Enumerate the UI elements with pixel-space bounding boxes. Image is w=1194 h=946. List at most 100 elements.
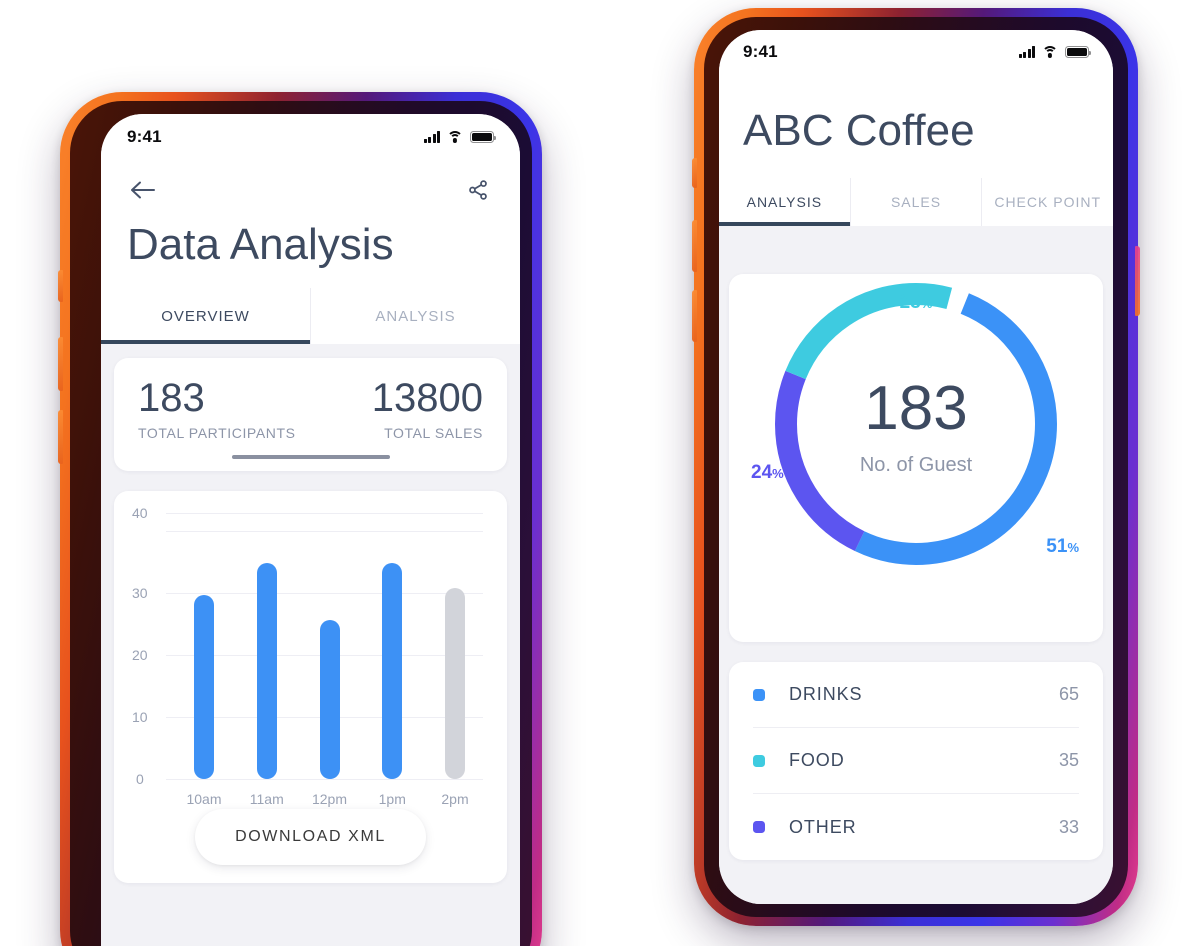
share-icon[interactable] — [462, 174, 494, 206]
signal-bars-icon — [423, 131, 440, 143]
signal-bars-icon — [1018, 46, 1035, 58]
summary-stats-row: 183 TOTAL PARTICIPANTS 13800 TOTAL SALES — [138, 378, 483, 441]
bar-chart: 40 30 20 10 0 10am 11am 12pm 1pm 2pm — [132, 505, 483, 807]
bar-column-10am — [194, 513, 214, 779]
bar-11am[interactable] — [256, 563, 277, 779]
y-axis-tick: 10 — [132, 709, 148, 725]
left-content: 183 TOTAL PARTICIPANTS 13800 TOTAL SALES — [101, 344, 520, 946]
legend-value-other: 33 — [1058, 816, 1079, 837]
hourly-bar-chart-card: 40 30 20 10 0 10am 11am 12pm 1pm 2pm DOW… — [114, 491, 507, 883]
right-status-bar: 9:41 — [719, 30, 1113, 74]
stat-total-sales: 13800 TOTAL SALES — [372, 378, 483, 441]
left-tab-bar: OVERVIEW ANALYSIS — [101, 288, 520, 344]
legend-value-food: 35 — [1058, 750, 1079, 770]
download-button-wrap: DOWNLOAD XML — [132, 809, 489, 865]
left-app-bar: Data Analysis — [101, 160, 520, 288]
y-axis-tick: 20 — [132, 647, 148, 663]
status-bar-icons — [423, 131, 497, 143]
tab-analysis-label: ANALYSIS — [746, 194, 823, 210]
y-axis-tick: 30 — [132, 585, 148, 601]
right-phone-mute-switch[interactable] — [692, 158, 697, 188]
battery-full-icon — [1065, 46, 1092, 58]
right-tab-bar: ANALYSIS SALES CHECK POINT — [719, 178, 1113, 226]
right-phone-screen: 9:41 ABC Coffee ANALYSIS SALES CHECK POI… — [719, 30, 1113, 904]
tab-check-point[interactable]: CHECK POINT — [982, 178, 1113, 226]
x-axis-label-12pm: 12pm — [311, 791, 348, 807]
bar-chart-x-axis: 10am 11am 12pm 1pm 2pm — [174, 791, 485, 807]
left-app-bar-actions — [127, 170, 494, 210]
bar-column-11am — [256, 513, 277, 779]
bar-12pm[interactable] — [319, 620, 340, 779]
bar-1pm[interactable] — [382, 563, 403, 779]
download-xml-button[interactable]: DOWNLOAD XML — [195, 809, 426, 865]
stat-participants-value: 183 — [138, 376, 205, 420]
back-arrow-icon[interactable] — [127, 174, 159, 206]
stat-sales-value: 13800 — [371, 376, 483, 420]
bar-chart-bars — [194, 513, 465, 779]
legend-row-food[interactable]: FOOD 35 — [753, 728, 1079, 794]
left-phone-volume-button[interactable] — [58, 337, 63, 391]
stat-total-participants: 183 TOTAL PARTICIPANTS — [138, 378, 296, 441]
status-bar-time: 9:41 — [743, 42, 778, 61]
tab-sales[interactable]: SALES — [851, 178, 983, 226]
tab-overview[interactable]: OVERVIEW — [101, 288, 311, 344]
x-axis-label-10am: 10am — [186, 791, 222, 807]
status-bar-time: 9:41 — [127, 127, 162, 146]
tab-analysis[interactable]: ANALYSIS — [719, 178, 851, 226]
right-phone-volume-down-button[interactable] — [692, 290, 697, 342]
bar-column-1pm — [382, 513, 403, 779]
x-axis-label-1pm: 1pm — [378, 791, 406, 807]
card-scroll-indicator[interactable] — [231, 455, 390, 459]
legend-swatch-other — [753, 821, 765, 833]
right-content: 183 No. of Guest 23% 24% 51% DRINKS 65 F… — [719, 226, 1113, 904]
legend-row-drinks[interactable]: DRINKS 65 — [753, 662, 1079, 728]
donut-center-label: No. of Guest — [859, 454, 973, 476]
x-axis-label-11am: 11am — [249, 791, 284, 807]
store-title: ABC Coffee — [743, 106, 975, 155]
summary-stats-card: 183 TOTAL PARTICIPANTS 13800 TOTAL SALES — [114, 358, 507, 471]
status-bar-icons — [1018, 46, 1092, 58]
bar-column-12pm — [319, 513, 340, 779]
legend-label-other: OTHER — [789, 816, 857, 837]
legend-row-other[interactable]: OTHER 33 — [753, 794, 1079, 860]
tab-analysis-label: ANALYSIS — [375, 307, 456, 325]
legend-label-food: FOOD — [789, 750, 845, 770]
left-phone-volume-down-button[interactable] — [58, 410, 63, 464]
legend-label-drinks: DRINKS — [789, 684, 863, 704]
bar-2pm[interactable] — [445, 588, 465, 779]
bar-column-2pm — [445, 513, 465, 779]
page-title: Data Analysis — [127, 220, 394, 269]
legend-swatch-food — [753, 754, 765, 767]
tab-sales-label: SALES — [890, 194, 942, 210]
y-axis-tick: 0 — [136, 771, 144, 787]
tab-check-point-label: CHECK POINT — [994, 194, 1102, 210]
left-phone-screen: 9:41 Data Analysis OVERVIEW ANALYSIS 183… — [101, 114, 520, 946]
screenshot-stage: 9:41 Data Analysis OVERVIEW ANALYSIS 183… — [0, 0, 1194, 946]
right-phone-volume-up-button[interactable] — [692, 220, 697, 272]
left-phone-mute-switch[interactable] — [58, 270, 63, 302]
stat-sales-label: TOTAL SALES — [384, 425, 483, 441]
x-axis-label-2pm: 2pm — [441, 791, 469, 807]
donut-percent-other: 24% — [751, 462, 784, 483]
donut-chart: 183 No. of Guest — [766, 274, 1066, 574]
donut-center-text: 183 No. of Guest — [766, 378, 1066, 477]
donut-percent-food: 23% — [899, 292, 933, 313]
gridline — [166, 779, 483, 780]
right-phone-mockup: 9:41 ABC Coffee ANALYSIS SALES CHECK POI… — [692, 8, 1140, 926]
legend-value-drinks: 65 — [1058, 684, 1079, 704]
wifi-icon — [447, 131, 463, 143]
legend-swatch-drinks — [753, 688, 765, 701]
y-axis-tick: 40 — [132, 505, 148, 521]
battery-full-icon — [470, 131, 497, 143]
category-legend-card: DRINKS 65 FOOD 35 OTHER 33 — [729, 662, 1103, 860]
right-phone-power-button[interactable] — [1135, 246, 1140, 316]
left-status-bar: 9:41 — [101, 114, 520, 160]
donut-center-value: 183 — [864, 374, 968, 443]
tab-analysis[interactable]: ANALYSIS — [311, 288, 520, 344]
donut-percent-drinks: 51% — [1046, 536, 1079, 557]
bar-10am[interactable] — [194, 595, 214, 779]
guest-donut-card: 183 No. of Guest 23% 24% 51% — [729, 274, 1103, 642]
wifi-icon — [1042, 46, 1058, 58]
tab-overview-label: OVERVIEW — [161, 307, 250, 325]
stat-participants-label: TOTAL PARTICIPANTS — [138, 425, 296, 441]
